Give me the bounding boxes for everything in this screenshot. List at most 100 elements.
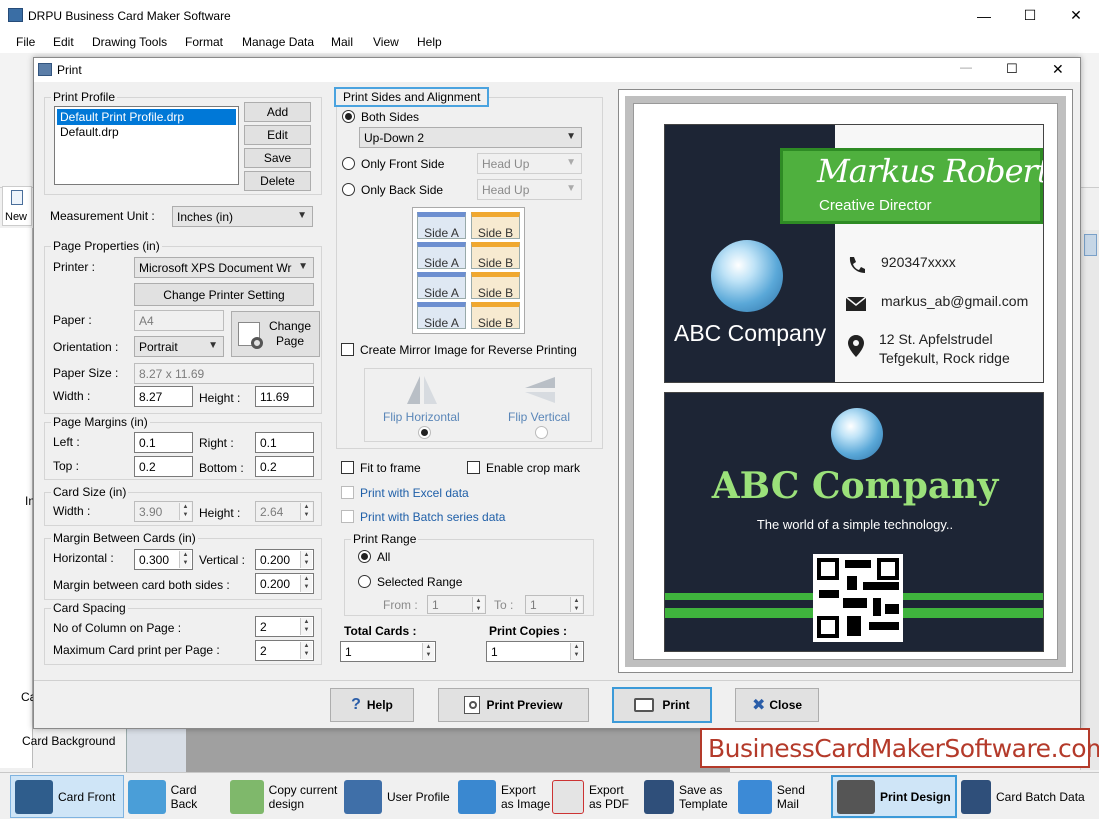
mirror-checkbox[interactable] bbox=[341, 343, 354, 356]
back-side-label[interactable]: Only Back Side bbox=[361, 183, 443, 197]
total-cards-field[interactable]: 1 ▲ ▼ bbox=[340, 641, 436, 662]
batch-checkbox[interactable] bbox=[341, 510, 354, 523]
card-width-field: 3.90 ▲ ▼ bbox=[134, 501, 193, 522]
help-button[interactable]: ? Help bbox=[330, 688, 414, 722]
excel-label[interactable]: Print with Excel data bbox=[360, 486, 469, 500]
save-profile-button[interactable]: Save bbox=[244, 148, 311, 168]
vertical-field[interactable]: 0.200 ▲ ▼ bbox=[255, 549, 314, 570]
edit-profile-button[interactable]: Edit bbox=[244, 125, 311, 145]
side-layout-grid: Side A Side B Side A Side B Side A Side … bbox=[412, 207, 525, 334]
all-radio[interactable] bbox=[358, 550, 371, 563]
front-side-label[interactable]: Only Front Side bbox=[361, 157, 444, 171]
top-margin-field[interactable]: 0.2 bbox=[134, 456, 193, 477]
save-template-button[interactable]: Save as Template bbox=[644, 775, 736, 818]
selected-range-label[interactable]: Selected Range bbox=[377, 575, 462, 589]
menu-manage-data[interactable]: Manage Data bbox=[242, 35, 314, 49]
flip-vertical-radio[interactable] bbox=[535, 426, 548, 439]
menu-help[interactable]: Help bbox=[417, 35, 442, 49]
card-phone: 920347xxxx bbox=[881, 254, 956, 270]
left-margin-field[interactable]: 0.1 bbox=[134, 432, 193, 453]
menu-drawing-tools[interactable]: Drawing Tools bbox=[92, 35, 167, 49]
add-profile-button[interactable]: Add bbox=[244, 102, 311, 122]
print-copies-field[interactable]: 1 ▲ ▼ bbox=[486, 641, 584, 662]
send-mail-button[interactable]: Send Mail bbox=[738, 775, 830, 818]
columns-field[interactable]: 2 ▲ ▼ bbox=[255, 616, 314, 637]
change-page-button[interactable]: Change Page bbox=[231, 311, 320, 357]
print-button[interactable]: Print bbox=[612, 687, 712, 723]
menu-file[interactable]: File bbox=[16, 35, 35, 49]
dialog-close-button[interactable]: ✕ bbox=[1052, 61, 1064, 78]
close-button[interactable]: ✖ Close bbox=[735, 688, 819, 722]
excel-checkbox[interactable] bbox=[341, 486, 354, 499]
bottom-margin-field[interactable]: 0.2 bbox=[255, 456, 314, 477]
profile-item[interactable]: Default.drp bbox=[57, 124, 236, 140]
export-image-button[interactable]: Export as Image bbox=[458, 775, 552, 818]
dialog-maximize-button[interactable]: ☐ bbox=[1006, 61, 1018, 77]
print-design-tab[interactable]: Print Design bbox=[831, 775, 957, 818]
mirror-label[interactable]: Create Mirror Image for Reverse Printing bbox=[360, 343, 577, 357]
width-field[interactable]: 8.27 bbox=[134, 386, 193, 407]
export-pdf-button[interactable]: Export as PDF bbox=[552, 775, 644, 818]
vertical-scrollbar[interactable] bbox=[1080, 230, 1099, 770]
menu-mail[interactable]: Mail bbox=[331, 35, 353, 49]
card-back-tagline: The world of a simple technology.. bbox=[756, 517, 954, 532]
minimize-button[interactable]: — bbox=[961, 0, 1007, 31]
right-margin-field[interactable]: 0.1 bbox=[255, 432, 314, 453]
new-button[interactable]: New bbox=[2, 186, 32, 226]
maximize-button[interactable]: ☐ bbox=[1007, 0, 1053, 31]
printer-select[interactable]: Microsoft XPS Document Wr ▼ bbox=[134, 257, 314, 278]
all-label[interactable]: All bbox=[377, 550, 390, 564]
measurement-unit-select[interactable]: Inches (in) ▼ bbox=[172, 206, 313, 227]
spinner-icon[interactable]: ▲ ▼ bbox=[422, 643, 434, 660]
spinner-icon[interactable]: ▲ ▼ bbox=[179, 551, 191, 568]
card-background-label[interactable]: Card Background bbox=[22, 734, 115, 748]
user-profile-button[interactable]: User Profile bbox=[344, 775, 452, 818]
both-sides-label[interactable]: Both Sides bbox=[361, 110, 419, 124]
spinner-icon[interactable]: ▲ ▼ bbox=[300, 575, 312, 592]
copy-design-icon bbox=[230, 779, 264, 814]
print-preview-button[interactable]: Print Preview bbox=[438, 688, 589, 722]
crop-mark-label[interactable]: Enable crop mark bbox=[486, 461, 580, 475]
chevron-down-icon: ▼ bbox=[208, 340, 218, 351]
flip-vertical-label[interactable]: Flip Vertical bbox=[508, 410, 570, 424]
back-side-radio[interactable] bbox=[342, 183, 355, 196]
both-sides-margin-field[interactable]: 0.200 ▲ ▼ bbox=[255, 573, 314, 594]
delete-profile-button[interactable]: Delete bbox=[244, 171, 311, 191]
profile-list[interactable]: Default Print Profile.drp Default.drp bbox=[54, 106, 239, 185]
max-cards-field[interactable]: 2 ▲ ▼ bbox=[255, 640, 314, 661]
close-window-button[interactable]: ✕ bbox=[1053, 0, 1099, 31]
spinner-icon[interactable]: ▲ ▼ bbox=[570, 643, 582, 660]
spinner-icon[interactable]: ▲ ▼ bbox=[300, 551, 312, 568]
menu-view[interactable]: View bbox=[373, 35, 399, 49]
fit-to-frame-label[interactable]: Fit to frame bbox=[360, 461, 421, 475]
card-front-tab[interactable]: Card Front bbox=[10, 775, 124, 818]
both-sides-radio[interactable] bbox=[342, 110, 355, 123]
height-field[interactable]: 11.69 bbox=[255, 386, 314, 407]
scrollbar-thumb[interactable] bbox=[1084, 234, 1097, 256]
flip-horizontal-radio[interactable] bbox=[418, 426, 431, 439]
crop-mark-checkbox[interactable] bbox=[467, 461, 480, 474]
horizontal-field[interactable]: 0.300 ▲ ▼ bbox=[134, 549, 193, 570]
flip-options-box: Flip Horizontal Flip Vertical bbox=[364, 368, 592, 442]
orientation-select[interactable]: Portrait ▼ bbox=[134, 336, 224, 357]
spinner-icon[interactable]: ▲ ▼ bbox=[300, 618, 312, 635]
copy-design-button[interactable]: Copy current design bbox=[230, 775, 340, 818]
left-panel: In Ca bbox=[0, 228, 36, 768]
selected-range-radio[interactable] bbox=[358, 575, 371, 588]
batch-label[interactable]: Print with Batch series data bbox=[360, 510, 505, 524]
front-side-radio[interactable] bbox=[342, 157, 355, 170]
magnifier-icon bbox=[464, 696, 481, 714]
menu-edit[interactable]: Edit bbox=[53, 35, 74, 49]
dialog-minimize-button[interactable]: — bbox=[960, 60, 972, 74]
both-sides-select[interactable]: Up-Down 2 ▼ bbox=[359, 127, 582, 148]
fit-to-frame-checkbox[interactable] bbox=[341, 461, 354, 474]
profile-item[interactable]: Default Print Profile.drp bbox=[57, 109, 236, 125]
card-batch-button[interactable]: Card Batch Data bbox=[961, 775, 1091, 818]
flip-horizontal-label[interactable]: Flip Horizontal bbox=[383, 410, 460, 424]
export-pdf-icon bbox=[552, 779, 584, 814]
card-back-tab[interactable]: Card Back bbox=[128, 775, 226, 818]
menu-format[interactable]: Format bbox=[185, 35, 223, 49]
spinner-icon[interactable]: ▲ ▼ bbox=[300, 642, 312, 659]
change-printer-button[interactable]: Change Printer Setting bbox=[134, 283, 314, 306]
side-a-tile: Side A bbox=[417, 302, 466, 330]
